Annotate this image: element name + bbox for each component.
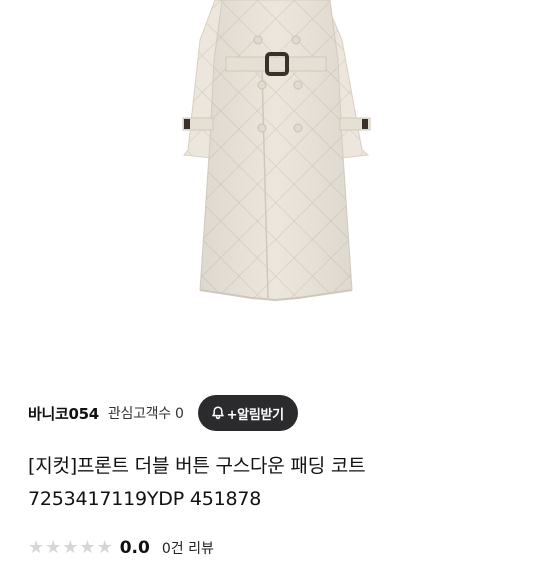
review-count-link[interactable]: 0건 리뷰: [162, 538, 214, 558]
star-icon: ★: [45, 537, 62, 558]
star-icon: ★: [79, 537, 96, 558]
product-title-line1: [지컷]프론트 더블 버튼 구스다운 패딩 코트: [28, 455, 366, 477]
product-title-line2: 7253417119YDP 451878: [28, 488, 262, 510]
product-image[interactable]: [0, 0, 555, 370]
star-icon: ★: [28, 537, 45, 558]
star-icon: ★: [62, 537, 79, 558]
interest-count: 관심고객수 0: [107, 406, 184, 422]
rating-row[interactable]: ★ ★ ★ ★ ★ 0.0 0건 리뷰: [28, 535, 214, 561]
alarm-subscribe-label: +알림받기: [226, 407, 285, 423]
star-rating: ★ ★ ★ ★ ★: [28, 539, 114, 557]
star-icon: ★: [96, 537, 113, 558]
seller-row: 바니코054 관심고객수 0 +알림받기: [28, 393, 528, 433]
bell-icon: [210, 405, 226, 421]
product-title: [지컷]프론트 더블 버튼 구스다운 패딩 코트 7253417119YDP 4…: [28, 450, 538, 516]
padded-coat-icon: [182, 0, 371, 302]
store-name[interactable]: 바니코054: [28, 403, 99, 424]
alarm-subscribe-button[interactable]: +알림받기: [197, 395, 298, 431]
rating-score: 0.0: [119, 538, 150, 558]
